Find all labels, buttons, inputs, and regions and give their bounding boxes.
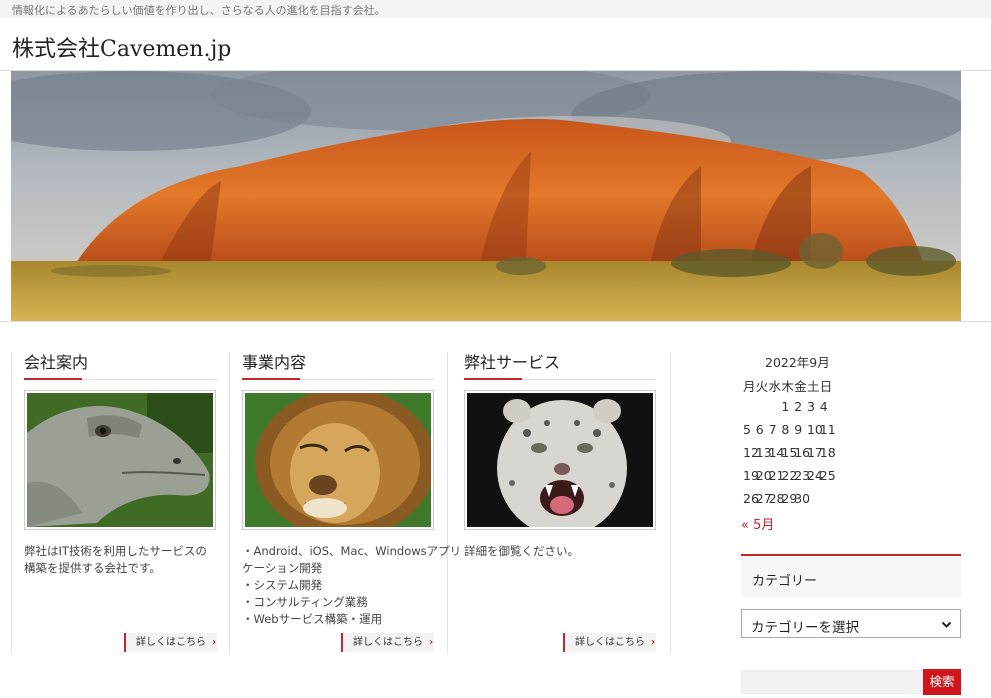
column-divider — [670, 352, 671, 654]
site-tagline: 情報化によるあたらしい価値を作り出し、さらなる人の進化を目指す会社。 — [12, 4, 386, 17]
chevron-down-icon — [941, 618, 952, 634]
chevron-right-icon: › — [429, 637, 434, 648]
chevron-right-icon: › — [651, 637, 656, 648]
chevron-right-icon: › — [212, 637, 217, 648]
more-button-business[interactable]: 詳しくはこちら › — [341, 633, 434, 652]
calendar-week-row: 2627282930 — [743, 491, 811, 506]
column-divider — [447, 352, 448, 654]
category-title: カテゴリー — [752, 574, 818, 589]
more-button-services[interactable]: 詳しくはこちら › — [563, 633, 656, 652]
column-company: 会社案内 弊社はIT技術を利用したサービスの 構築を提供する会社です。 — [24, 352, 217, 577]
tagline-bar: 情報化によるあたらしい価値を作り出し、さらなる人の進化を目指す会社。 — [0, 0, 991, 18]
calendar-week-row: 5 6 7 8 9 1011 — [743, 422, 836, 437]
column-divider — [229, 352, 230, 654]
search-button[interactable]: 検索 — [923, 669, 961, 695]
calendar-week-row: 1234 — [781, 399, 828, 414]
calendar-caption: 2022年9月 — [765, 355, 830, 370]
lion-image[interactable] — [242, 390, 434, 530]
calendar-week-row: 12131415161718 — [743, 445, 836, 460]
column-description: 詳細を御覧ください。 — [464, 544, 579, 558]
snow-leopard-image[interactable] — [464, 390, 656, 530]
more-button-company[interactable]: 詳しくはこちら › — [124, 633, 217, 652]
column-title-rule — [464, 378, 656, 380]
column-title[interactable]: 弊社サービス — [464, 352, 656, 379]
column-description: 弊社はIT技術を利用したサービスの 構築を提供する会社です。 — [24, 544, 207, 575]
search-input[interactable] — [741, 670, 924, 694]
calendar-prev-month-link[interactable]: « 5月 — [741, 514, 774, 533]
category-select[interactable]: カテゴリーを選択 — [741, 609, 961, 638]
column-divider — [11, 352, 12, 654]
column-business: 事業内容 ・Android、iOS、Mac、Windowsアプリ ケーション開発… — [242, 352, 462, 628]
category-select-value: カテゴリーを選択 — [751, 620, 859, 636]
hero-banner-image — [11, 71, 961, 321]
calendar-week-row: 19202122232425 — [743, 468, 836, 483]
column-title[interactable]: 事業内容 — [242, 352, 434, 379]
column-services: 弊社サービス 詳細を御覧ください。 — [464, 352, 656, 560]
column-title-rule — [242, 378, 434, 380]
column-title[interactable]: 会社案内 — [24, 352, 217, 379]
komodo-dragon-image[interactable] — [24, 390, 216, 530]
category-widget: カテゴリー — [741, 554, 961, 598]
column-title-rule — [24, 378, 217, 380]
calendar-weekday-row: 月火水木金土日 — [743, 379, 833, 394]
site-title[interactable]: 株式会社Cavemen.jp — [12, 31, 231, 63]
column-description: ・Android、iOS、Mac、Windowsアプリ ケーション開発 ・システ… — [242, 544, 462, 626]
hero-divider — [0, 321, 991, 322]
